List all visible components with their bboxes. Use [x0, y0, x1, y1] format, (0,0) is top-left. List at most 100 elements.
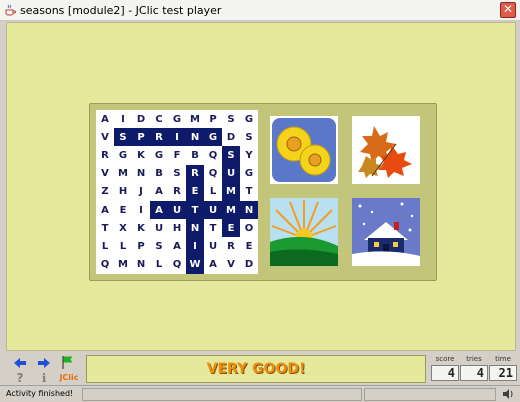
- grid-cell[interactable]: I: [168, 128, 186, 147]
- grid-cell[interactable]: E: [114, 201, 132, 219]
- grid-cell[interactable]: P: [132, 237, 150, 255]
- grid-cell[interactable]: A: [204, 256, 222, 274]
- flag-icon[interactable]: [60, 355, 76, 369]
- grid-cell[interactable]: S: [222, 146, 240, 165]
- tile-sunrise[interactable]: [270, 198, 338, 266]
- grid-cell[interactable]: L: [204, 183, 222, 201]
- grid-cell[interactable]: Q: [204, 146, 222, 164]
- grid-cell[interactable]: P: [132, 128, 150, 147]
- grid-cell[interactable]: E: [222, 219, 240, 238]
- letter-grid[interactable]: AIDCGMPSGVSPRINGDSRGKGFBQSYVMNBSRQUGZHJA…: [96, 110, 258, 274]
- grid-cell[interactable]: I: [186, 237, 204, 256]
- forward-arrow-icon[interactable]: [36, 356, 52, 370]
- feedback-message: VERY GOOD!: [206, 361, 306, 377]
- grid-cell[interactable]: N: [132, 256, 150, 274]
- grid-cell[interactable]: K: [132, 219, 150, 237]
- grid-cell[interactable]: U: [222, 164, 240, 183]
- grid-cell[interactable]: M: [222, 200, 240, 220]
- jclic-logo-button[interactable]: JClic: [58, 371, 80, 385]
- grid-cell[interactable]: S: [114, 128, 132, 147]
- grid-cell[interactable]: A: [150, 200, 168, 220]
- grid-cell[interactable]: G: [150, 146, 168, 164]
- grid-cell[interactable]: Q: [204, 165, 222, 183]
- grid-cell[interactable]: W: [186, 255, 204, 274]
- grid-cell[interactable]: R: [96, 146, 114, 164]
- close-button[interactable]: ✕: [500, 2, 516, 18]
- grid-cell[interactable]: T: [186, 200, 204, 220]
- grid-cell[interactable]: V: [222, 256, 240, 274]
- info-button[interactable]: ℹ: [36, 371, 52, 385]
- grid-cell[interactable]: M: [114, 165, 132, 183]
- grid-cell[interactable]: H: [114, 183, 132, 201]
- grid-cell[interactable]: N: [186, 219, 204, 238]
- grid-cell[interactable]: P: [204, 110, 222, 128]
- time-label: time: [495, 355, 511, 363]
- grid-cell[interactable]: G: [168, 110, 186, 128]
- grid-cell[interactable]: E: [240, 237, 258, 255]
- grid-cell[interactable]: G: [240, 110, 258, 128]
- grid-cell[interactable]: B: [150, 165, 168, 183]
- winter-house-icon: [352, 198, 420, 266]
- grid-cell[interactable]: R: [168, 183, 186, 201]
- grid-cell[interactable]: U: [168, 200, 186, 220]
- grid-cell[interactable]: A: [150, 183, 168, 201]
- grid-cell[interactable]: L: [96, 237, 114, 255]
- grid-cell[interactable]: U: [150, 219, 168, 237]
- grid-cell[interactable]: G: [114, 146, 132, 164]
- speaker-icon[interactable]: [502, 388, 514, 400]
- grid-cell[interactable]: V: [96, 128, 114, 146]
- grid-cell[interactable]: T: [96, 219, 114, 237]
- grid-cell[interactable]: Q: [168, 256, 186, 274]
- score-label: score: [435, 355, 455, 363]
- grid-cell[interactable]: I: [114, 110, 132, 128]
- grid-cell[interactable]: S: [168, 165, 186, 183]
- help-button[interactable]: ?: [12, 371, 28, 385]
- sunflowers-icon: [272, 118, 336, 182]
- tile-winter-house[interactable]: [352, 198, 420, 266]
- grid-cell[interactable]: U: [204, 237, 222, 255]
- grid-cell[interactable]: D: [240, 256, 258, 274]
- tile-autumn-leaves[interactable]: [352, 116, 420, 184]
- message-box: VERY GOOD!: [86, 355, 426, 383]
- back-arrow-icon[interactable]: [12, 356, 28, 370]
- grid-cell[interactable]: V: [96, 165, 114, 183]
- grid-cell[interactable]: O: [240, 219, 258, 237]
- grid-cell[interactable]: J: [132, 183, 150, 201]
- grid-cell[interactable]: L: [150, 256, 168, 274]
- grid-cell[interactable]: T: [204, 219, 222, 237]
- grid-cell[interactable]: M: [222, 182, 240, 201]
- grid-cell[interactable]: Z: [96, 183, 114, 201]
- grid-cell[interactable]: D: [132, 110, 150, 128]
- grid-cell[interactable]: Q: [96, 256, 114, 274]
- grid-cell[interactable]: N: [240, 200, 258, 220]
- grid-cell[interactable]: R: [150, 128, 168, 147]
- grid-cell[interactable]: U: [204, 200, 222, 220]
- grid-cell[interactable]: F: [168, 146, 186, 164]
- grid-cell[interactable]: S: [150, 237, 168, 255]
- grid-cell[interactable]: A: [96, 110, 114, 128]
- grid-cell[interactable]: M: [114, 256, 132, 274]
- grid-cell[interactable]: Y: [240, 146, 258, 164]
- grid-cell[interactable]: M: [186, 110, 204, 128]
- grid-cell[interactable]: H: [168, 219, 186, 237]
- grid-cell[interactable]: N: [132, 165, 150, 183]
- grid-cell[interactable]: X: [114, 219, 132, 237]
- grid-cell[interactable]: E: [186, 182, 204, 201]
- grid-cell[interactable]: R: [186, 164, 204, 183]
- grid-cell[interactable]: S: [240, 128, 258, 146]
- grid-cell[interactable]: R: [222, 237, 240, 255]
- grid-cell[interactable]: D: [222, 128, 240, 146]
- grid-cell[interactable]: G: [204, 128, 222, 147]
- grid-cell[interactable]: A: [96, 201, 114, 219]
- grid-cell[interactable]: A: [168, 237, 186, 255]
- grid-cell[interactable]: C: [150, 110, 168, 128]
- grid-cell[interactable]: S: [222, 110, 240, 128]
- grid-cell[interactable]: I: [132, 201, 150, 219]
- grid-cell[interactable]: K: [132, 146, 150, 164]
- grid-cell[interactable]: N: [186, 128, 204, 147]
- grid-cell[interactable]: G: [240, 165, 258, 183]
- grid-cell[interactable]: B: [186, 146, 204, 164]
- tile-sunflowers[interactable]: [270, 116, 338, 184]
- grid-cell[interactable]: L: [114, 237, 132, 255]
- grid-cell[interactable]: T: [240, 183, 258, 201]
